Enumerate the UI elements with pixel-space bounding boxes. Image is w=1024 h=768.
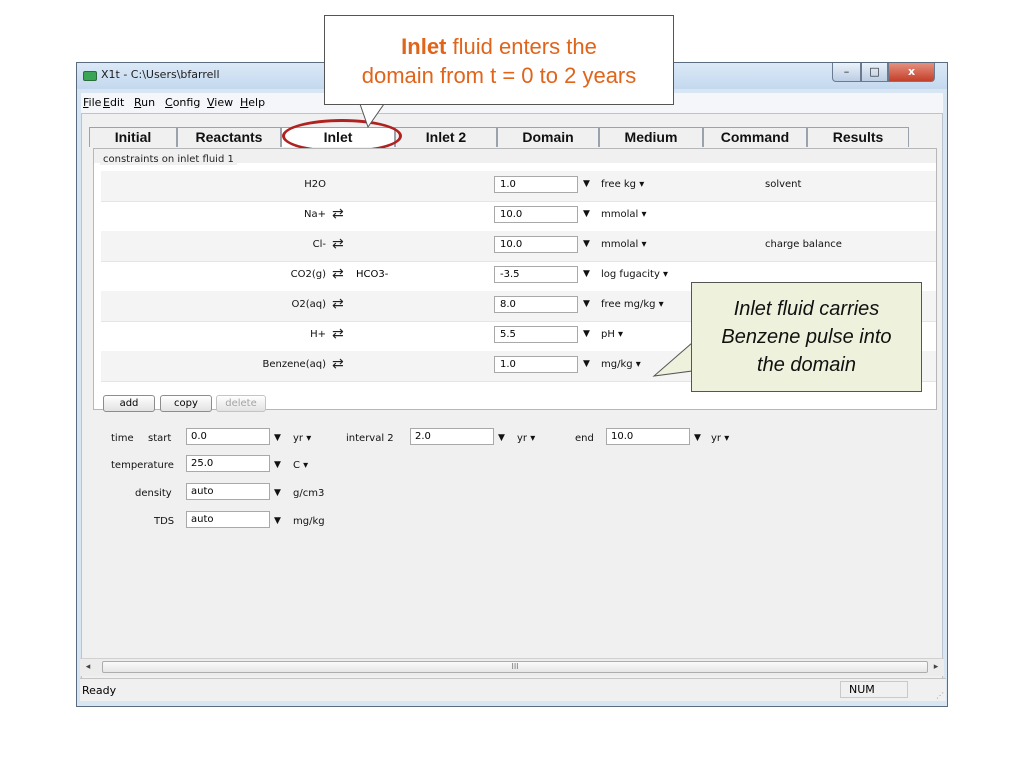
callout-line2: domain from t = 0 to 2 years — [361, 63, 637, 88]
benzene-callout: Inlet fluid carries Benzene pulse into t… — [691, 282, 922, 392]
inlet-callout: Inlet fluid enters the domain from t = 0… — [324, 15, 674, 105]
benzene-callout-line2: Benzene pulse into — [721, 326, 892, 348]
benzene-callout-line3: the domain — [757, 354, 856, 376]
right-callout-pointer — [652, 341, 693, 377]
callout-bold-word: Inlet — [401, 34, 447, 59]
callout-line1: fluid enters the — [446, 34, 597, 59]
top-callout-pointer — [359, 103, 385, 129]
benzene-callout-line1: Inlet fluid carries — [733, 298, 880, 320]
